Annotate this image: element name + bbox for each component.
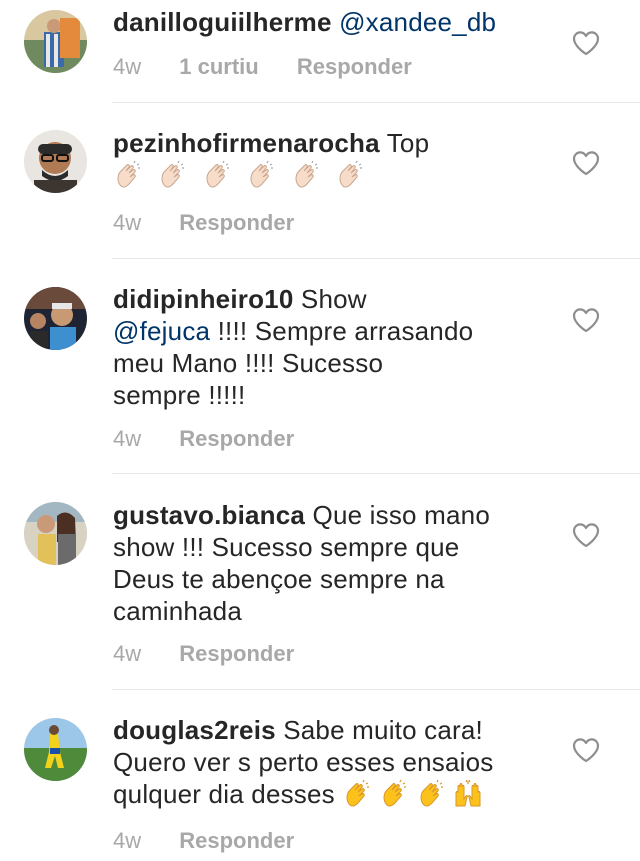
heart-icon	[572, 151, 600, 176]
comment-time: 4w	[113, 828, 142, 853]
avatar[interactable]	[24, 10, 87, 73]
comment-meta: 4w 1 curtiu Responder	[113, 52, 412, 82]
comment-mention[interactable]: @fejuca	[113, 316, 210, 346]
emoji-row	[113, 160, 372, 190]
avatar[interactable]	[24, 130, 87, 193]
avatar-image	[24, 10, 87, 73]
avatar-image	[24, 718, 87, 781]
comment-meta: 4w Responder	[113, 639, 294, 669]
comment-text: danilloguiilherme @xandee_db	[113, 6, 533, 38]
comment-body-line: qulquer dia desses	[113, 779, 335, 809]
comment-time: 4w	[113, 210, 142, 235]
divider	[112, 689, 640, 690]
comment-likes[interactable]: 1 curtiu	[179, 54, 258, 79]
comment-username[interactable]: danilloguiilherme	[113, 7, 332, 37]
clapping-hands-icon	[246, 160, 276, 190]
avatar-image	[24, 287, 87, 350]
avatar[interactable]	[24, 502, 87, 565]
comment-meta: 4w Responder	[113, 424, 294, 454]
avatar[interactable]	[24, 718, 87, 781]
avatar[interactable]	[24, 287, 87, 350]
clapping-hands-icon	[342, 779, 372, 809]
heart-icon	[572, 523, 600, 548]
comment-body-line: show !!! Sucesso sempre que	[113, 532, 460, 562]
heart-icon	[572, 308, 600, 333]
like-heart-button[interactable]	[571, 521, 601, 549]
avatar-image	[24, 502, 87, 565]
comment-body: Show	[300, 284, 367, 314]
clapping-hands-icon	[335, 160, 365, 190]
clapping-hands-icon	[379, 779, 409, 809]
comment-time: 4w	[113, 426, 142, 451]
comment-meta: 4w Responder	[113, 208, 294, 238]
comment-time: 4w	[113, 641, 142, 666]
comment-body-line: sempre !!!!!	[113, 380, 246, 410]
comment-text: didipinheiro10 Show @fejuca !!!! Sempre …	[113, 283, 533, 411]
comment-body: Que isso mano	[312, 500, 490, 530]
comment-username[interactable]: gustavo.bianca	[113, 500, 305, 530]
heart-icon	[572, 31, 600, 56]
avatar-image	[24, 130, 87, 193]
comment-text: gustavo.bianca Que isso mano show !!! Su…	[113, 499, 533, 627]
comment-body-line: caminhada	[113, 596, 242, 626]
emoji-row	[335, 779, 490, 809]
comment-text: douglas2reis Sabe muito cara! Quero ver …	[113, 714, 553, 810]
heart-icon	[572, 738, 600, 763]
comment-username[interactable]: douglas2reis	[113, 715, 276, 745]
comment-body-line: Quero ver s perto esses ensaios	[113, 747, 494, 777]
comment-username[interactable]: didipinheiro10	[113, 284, 293, 314]
comment-meta: 4w Responder	[113, 826, 294, 856]
reply-button[interactable]: Responder	[179, 641, 294, 666]
comment-body-line: !!!! Sempre arrasando	[217, 316, 474, 346]
clapping-hands-icon	[416, 779, 446, 809]
comment-body-line: meu Mano !!!! Sucesso	[113, 348, 384, 378]
reply-button[interactable]: Responder	[179, 426, 294, 451]
clapping-hands-icon	[157, 160, 187, 190]
clapping-hands-icon	[202, 160, 232, 190]
comment-text: pezinhofirmenarocha Top	[113, 127, 533, 191]
comment-body: Sabe muito cara!	[283, 715, 483, 745]
divider	[112, 102, 640, 103]
clapping-hands-icon	[291, 160, 321, 190]
comment-body-line: Deus te abençoe sempre na	[113, 564, 445, 594]
comment-time: 4w	[113, 54, 142, 79]
like-heart-button[interactable]	[571, 736, 601, 764]
comment-username[interactable]: pezinhofirmenarocha	[113, 128, 380, 158]
raising-hands-icon	[453, 779, 483, 809]
comment-mention[interactable]: @xandee_db	[339, 7, 496, 37]
reply-button[interactable]: Responder	[179, 210, 294, 235]
like-heart-button[interactable]	[571, 29, 601, 57]
clapping-hands-icon	[113, 160, 143, 190]
reply-button[interactable]: Responder	[179, 828, 294, 853]
reply-button[interactable]: Responder	[297, 54, 412, 79]
like-heart-button[interactable]	[571, 306, 601, 334]
divider	[112, 258, 640, 259]
divider	[112, 473, 640, 474]
like-heart-button[interactable]	[571, 149, 601, 177]
comment-body: Top	[386, 128, 430, 158]
